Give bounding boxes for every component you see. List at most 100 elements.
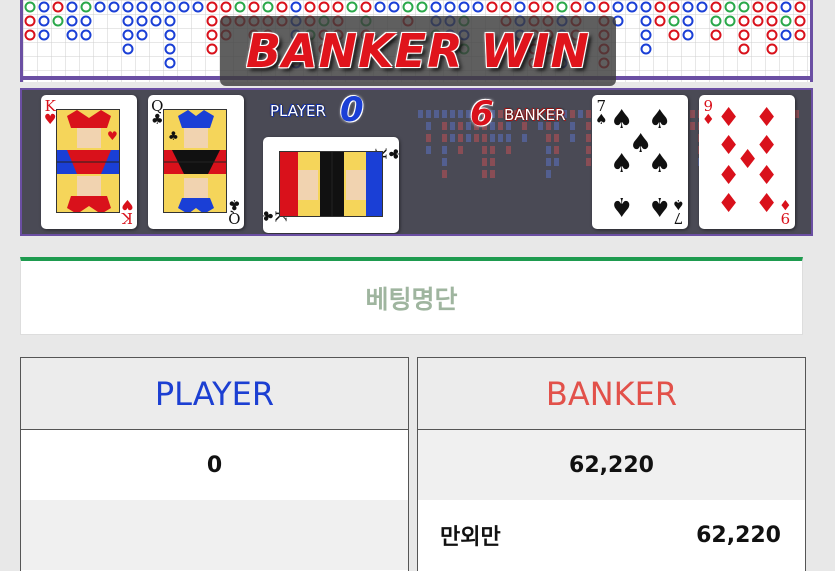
roadmap-marker: [426, 134, 431, 142]
result-banner-text: BANKER WIN: [245, 24, 591, 78]
bettor-name: 만외만: [440, 525, 501, 550]
roadmap-marker: [578, 110, 583, 118]
svg-text:♣: ♣: [168, 129, 179, 143]
roadmap-marker: [442, 158, 447, 166]
roadmap-marker: [490, 134, 495, 142]
roadmap-marker: [458, 122, 463, 130]
roadmap-marker: [570, 122, 575, 130]
spade-pip: ♠: [610, 149, 634, 179]
player-bets-empty-row: [21, 500, 408, 570]
roadmap-marker: [522, 134, 527, 142]
roadmap-marker: [506, 146, 511, 154]
player-bets-header: PLAYER: [21, 358, 408, 430]
card-corner: K ♥: [44, 97, 57, 128]
diamond-pip: ♦: [755, 161, 779, 191]
roadmap-marker: [554, 134, 559, 142]
card-corner: 7 ♠: [595, 97, 608, 128]
banker-bets-title: BANKER: [545, 374, 678, 413]
roadmap-marker: [570, 110, 575, 118]
player-label: PLAYER: [270, 102, 326, 120]
roadmap-marker: [442, 146, 447, 154]
banker-card-2: 9 ♦ 9 ♦ ♦ ♦ ♦ ♦ ♦ ♦ ♦ ♦ ♦: [699, 95, 795, 229]
card-table: 0 PLAYER 6 BANKER K ♥ K ♥ ♥ Q ♣ Q ♣ ♣ K …: [20, 88, 813, 236]
betting-list-header: 베팅명단: [20, 257, 803, 335]
bet-amount: 62,220: [696, 522, 781, 548]
banker-bet-entry-row: 만외만 62,220: [418, 500, 805, 570]
roadmap-marker: [450, 134, 455, 142]
player-bets-total: 0: [206, 452, 223, 478]
spade-pip: ♠: [648, 191, 672, 221]
betting-list-title: 베팅명단: [365, 284, 458, 314]
roadmap-marker: [546, 134, 551, 142]
roadmap-marker: [482, 134, 487, 142]
player-card-1: K ♥ K ♥ ♥: [41, 95, 137, 229]
roadmap-marker: [450, 110, 455, 118]
roadmap-marker: [490, 158, 495, 166]
roadmap-marker: [482, 146, 487, 154]
roadmap-marker: [466, 134, 471, 142]
card-corner: Q ♣: [228, 196, 241, 227]
roadmap-marker: [506, 134, 511, 142]
banker-score: 6: [470, 94, 494, 134]
svg-text:♥: ♥: [107, 129, 118, 143]
king-of-hearts-art: ♥: [56, 109, 120, 213]
roadmap-marker: [458, 146, 463, 154]
roadmap-marker: [490, 170, 495, 178]
roadmap-marker: [442, 134, 447, 142]
roadmap-marker: [498, 110, 503, 118]
queen-of-clubs-art: ♣: [163, 109, 227, 213]
roadmap-marker: [458, 134, 463, 142]
roadmap-marker: [690, 122, 695, 130]
roadmap-marker: [498, 122, 503, 130]
roadmap-marker: [586, 158, 591, 166]
roadmap-marker: [442, 170, 447, 178]
diamond-pip: ♦: [717, 161, 741, 191]
diamond-pip: ♦: [755, 189, 779, 219]
diamond-pip: ♦: [755, 103, 779, 133]
roadmap-marker: [450, 122, 455, 130]
diamond-pip: ♦: [717, 103, 741, 133]
spade-pip: ♠: [610, 191, 634, 221]
roadmap-marker: [442, 122, 447, 130]
roadmap-marker: [554, 158, 559, 166]
king-of-clubs-art: [279, 151, 383, 217]
roadmap-marker: [426, 122, 431, 130]
roadmap-marker: [426, 110, 431, 118]
player-bets-title: PLAYER: [154, 374, 275, 413]
card-corner: 9 ♦: [779, 196, 792, 227]
roadmap-marker: [690, 110, 695, 118]
roadmap-marker: [418, 110, 423, 118]
roadmap-marker: [546, 146, 551, 154]
roadmap-marker: [442, 110, 447, 118]
roadmap-marker: [482, 170, 487, 178]
card-corner: 7 ♠: [672, 196, 685, 227]
result-banner: BANKER WIN: [220, 16, 616, 86]
roadmap-marker: [498, 134, 503, 142]
roadmap-marker: [434, 110, 439, 118]
roadmap-marker: [586, 122, 591, 130]
diamond-pip: ♦: [717, 189, 741, 219]
banker-bets-header: BANKER: [418, 358, 805, 430]
roadmap-marker: [586, 134, 591, 142]
table-background-road: [418, 110, 799, 178]
roadmap-marker: [586, 146, 591, 154]
roadmap-marker: [554, 146, 559, 154]
player-bets-panel: PLAYER 0: [20, 357, 409, 571]
roadmap-marker: [546, 158, 551, 166]
banker-bets-total-row: 62,220: [418, 430, 805, 500]
player-card-3-rotated: K♣ K♣: [263, 137, 399, 233]
roadmap-marker: [570, 134, 575, 142]
roadmap-marker: [546, 170, 551, 178]
roadmap-marker: [474, 134, 479, 142]
player-bets-total-row: 0: [21, 430, 408, 500]
card-corner: 9 ♦: [702, 97, 715, 128]
roadmap-marker: [458, 110, 463, 118]
roadmap-marker: [482, 158, 487, 166]
player-score: 0: [340, 90, 364, 130]
roadmap-marker: [586, 110, 591, 118]
card-corner: Q ♣: [151, 97, 164, 128]
banker-bets-panel: BANKER 62,220 만외만 62,220: [417, 357, 806, 571]
roadmap-marker: [490, 146, 495, 154]
banker-bets-total: 62,220: [569, 452, 654, 478]
banker-card-1: 7 ♠ 7 ♠ ♠ ♠ ♠ ♠ ♠ ♠ ♠: [592, 95, 688, 229]
